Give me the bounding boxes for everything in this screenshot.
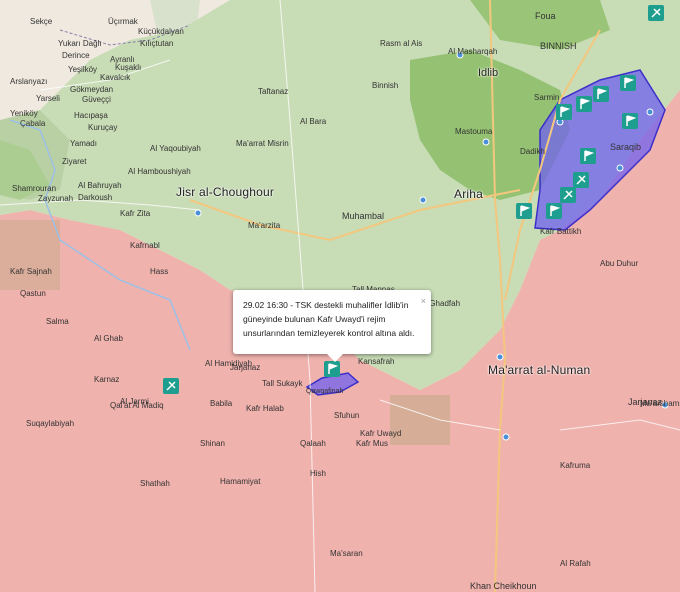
village-label: Kafr Zita — [120, 209, 151, 218]
flag-marker[interactable] — [648, 5, 664, 21]
village-label: Qalaah — [300, 439, 326, 448]
village-label: Taftanaz — [258, 87, 289, 96]
flag-marker[interactable] — [622, 113, 638, 129]
village-label: Al Yaqoubiyah — [150, 144, 201, 153]
city-label-saraqib: Saraqib — [610, 142, 642, 152]
village-label: Yeniköy — [10, 109, 38, 118]
village-label: Kafruma — [560, 461, 591, 470]
flag-marker-active[interactable] — [324, 361, 340, 377]
flag-marker[interactable] — [576, 96, 592, 112]
village-label: Babila — [210, 399, 233, 408]
village-label: Darkoush — [78, 193, 113, 202]
village-label: Ma'arzita — [248, 221, 281, 230]
village-label: Rasm al Ais — [380, 39, 423, 48]
flag-marker[interactable] — [163, 378, 179, 394]
village-label: Shinan — [200, 439, 225, 448]
flag-marker[interactable] — [546, 203, 562, 219]
village-label: Güveççi — [82, 95, 111, 104]
village-label: Çabala — [20, 119, 46, 128]
village-label: Gökmeydan — [70, 85, 114, 94]
village-label: Shamrouran — [12, 184, 57, 193]
village-label: Derince — [62, 51, 90, 60]
village-label: Yeşilköy — [68, 65, 98, 74]
village-label: Yarseli — [36, 94, 60, 103]
village-label: Shathah — [140, 479, 170, 488]
village-label: Ziyaret — [62, 157, 87, 166]
city-label-mastouma: Mastouma — [455, 127, 493, 136]
city-label-muhambal: Muhambal — [342, 211, 385, 221]
village-label: Dadikh — [520, 147, 545, 156]
village-label: Kafr Uwayd — [360, 429, 402, 438]
village-label: Hish — [310, 469, 327, 478]
village-label: Kuruçay — [88, 123, 118, 132]
village-label: Hass — [150, 267, 169, 276]
flag-marker[interactable] — [516, 203, 532, 219]
flag-marker[interactable] — [580, 148, 596, 164]
village-label: Arslanyazı — [10, 77, 48, 86]
village-label: Kansafrah — [358, 357, 395, 366]
village-label: Binnish — [372, 81, 399, 90]
city-label-maarrat: Ma'arrat al-Numan — [488, 363, 591, 377]
village-label: Yukarı Dağlı — [58, 39, 102, 48]
village-label: Salma — [46, 317, 69, 326]
village-label: Al Bahruyah — [78, 181, 122, 190]
farmland-patch-2 — [0, 220, 60, 290]
village-label: Kavalcık — [100, 73, 131, 82]
village-label: Al Hamboushiyah — [128, 167, 191, 176]
city-label-jisr: Jisr al-Choughour — [176, 185, 275, 199]
village-label: Kılıçtutan — [140, 39, 174, 48]
village-label: Kafr Sajnah — [10, 267, 52, 276]
village-label: Suqaylabiyah — [26, 419, 75, 428]
village-label: Al Rafah — [560, 559, 591, 568]
city-label-foua: Foua — [535, 11, 556, 21]
village-label: Sfuhun — [334, 411, 360, 420]
village-label: Kuşaklı — [115, 63, 142, 72]
village-label: Sekçe — [30, 17, 53, 26]
village-label: Qastun — [20, 289, 46, 298]
village-label: Hacıpaşa — [74, 111, 108, 120]
city-label-khan: Khan Cheikhoun — [470, 581, 537, 591]
village-label: Al Masharqah — [448, 47, 498, 56]
flag-marker[interactable] — [620, 75, 636, 91]
village-label: Zayzunah — [38, 194, 74, 203]
popup-text-line-2: güneyinde bulunan Kafr Uwayd'i rejim — [243, 314, 386, 324]
flag-marker[interactable] — [593, 86, 609, 102]
city-label-idlib: Idlib — [478, 67, 499, 79]
village-label: Hamamiyat — [220, 477, 261, 486]
village-label: Kafr Halab — [246, 404, 284, 413]
village-label: Ma'saran — [330, 549, 363, 558]
village-label: Kafr Mus — [356, 439, 389, 448]
city-label-sarmin: Sarmin — [534, 93, 560, 102]
popup-tip — [327, 354, 343, 362]
city-label-binnish: BINNISH — [540, 41, 577, 51]
city-label-qawqafinah: Qawqafinah — [306, 388, 344, 395]
village-label: Küçükdalyan — [138, 27, 184, 36]
event-popup: × 29.02 16:30 - TSK destekli muhalifler … — [233, 290, 431, 362]
popup-close-button[interactable]: × — [421, 294, 426, 308]
village-label: Kafr Battikh — [540, 227, 582, 236]
village-label: Ma'arrat Misrin — [236, 139, 289, 148]
village-label: Abu Duhur — [600, 259, 639, 268]
village-label: Al Bara — [300, 117, 327, 126]
village-label: Al Ghab — [94, 334, 123, 343]
village-label: Tall Sukayk — [262, 379, 303, 388]
village-label: Üçırmak — [108, 17, 138, 26]
city-label-ariha: Ariha — [454, 187, 484, 201]
flag-marker[interactable] — [560, 187, 576, 203]
village-label: Ma'arshamsha — [640, 399, 680, 408]
village-label: Jarjanaz — [230, 363, 261, 372]
village-label: Karnaz — [94, 375, 120, 384]
flag-marker[interactable] — [573, 172, 589, 188]
village-label: Yamadı — [70, 139, 97, 148]
village-label: Al Jarmi — [120, 397, 149, 406]
flag-marker[interactable] — [556, 104, 572, 120]
popup-text-line-1: 29.02 16:30 - TSK destekli muhalifler İd… — [243, 300, 409, 310]
popup-text-line-3: unsurlarından temizleyerek kontrol altın… — [243, 328, 415, 338]
village-label: Kafrnabl — [130, 241, 160, 250]
